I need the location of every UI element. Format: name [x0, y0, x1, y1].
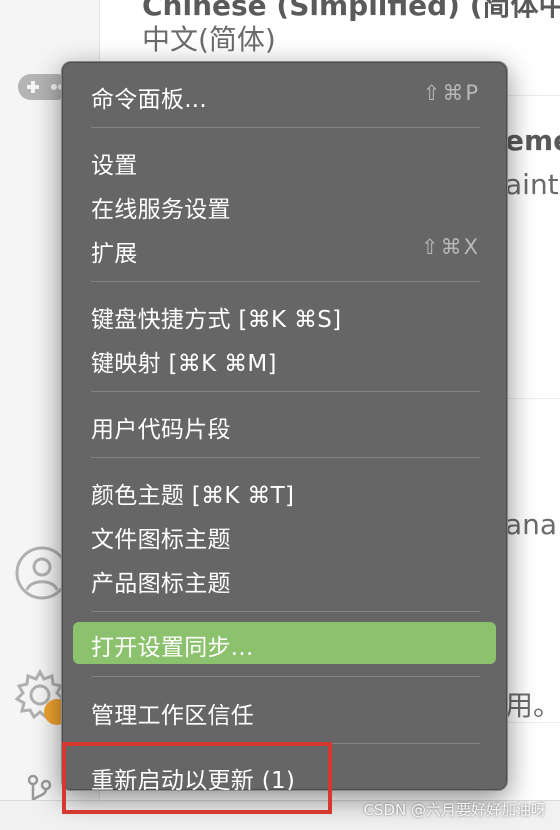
menu-item-label: 颜色主题 [⌘K ⌘T] [91, 483, 295, 509]
menu-item-product-icon-theme[interactable]: 产品图标主题 [73, 562, 496, 597]
menu-item-label: 产品图标主题 [91, 571, 231, 597]
menu-separator [91, 611, 480, 612]
menu-item-keyboard-shortcuts[interactable]: 键盘快捷方式 [⌘K ⌘S] [73, 298, 496, 333]
annotation-highlight-box [62, 742, 332, 814]
menu-item-label: 扩展 [91, 241, 138, 267]
menu-separator [91, 676, 480, 677]
watermark: CSDN @六月要好好加油呀 [363, 801, 546, 819]
manage-context-menu: 命令面板... ⇧⌘P 设置 在线服务设置 扩展 ⇧⌘X 键盘快捷方式 [⌘K … [61, 61, 508, 791]
menu-item-command-palette[interactable]: 命令面板... ⇧⌘P [73, 78, 496, 113]
menu-item-keymaps[interactable]: 键映射 [⌘K ⌘M] [73, 342, 496, 377]
menu-item-user-snippets[interactable]: 用户代码片段 [73, 408, 496, 443]
menu-item-label: 命令面板... [91, 87, 208, 113]
menu-item-online-services[interactable]: 在线服务设置 [73, 188, 496, 223]
menu-item-label: 用户代码片段 [91, 417, 231, 443]
menu-separator [91, 281, 480, 282]
menu-item-settings-sync[interactable]: 打开设置同步... [73, 622, 496, 664]
bg-fragment-mana: ana [505, 508, 558, 541]
menu-item-label: 文件图标主题 [91, 527, 231, 553]
menu-item-label: 键映射 [⌘K ⌘M] [91, 351, 277, 377]
menu-item-color-theme[interactable]: 颜色主题 [⌘K ⌘T] [73, 474, 496, 509]
menu-item-settings[interactable]: 设置 [73, 144, 496, 179]
menu-item-label: 键盘快捷方式 [⌘K ⌘S] [91, 307, 342, 333]
menu-item-file-icon-theme[interactable]: 文件图标主题 [73, 518, 496, 553]
menu-separator [91, 391, 480, 392]
menu-item-label: 设置 [91, 153, 138, 179]
menu-item-label: 打开设置同步... [91, 635, 254, 661]
extension-subtitle: 中文(简体) [142, 23, 276, 56]
menu-separator [91, 127, 480, 128]
bg-fragment-theme: eme [505, 124, 560, 157]
menu-item-workspace-trust[interactable]: 管理工作区信任 [73, 694, 496, 729]
menu-item-shortcut: ⇧⌘X [421, 235, 480, 259]
menu-item-extensions[interactable]: 扩展 ⇧⌘X [73, 232, 496, 267]
menu-item-label: 在线服务设置 [91, 197, 231, 223]
menu-item-shortcut: ⇧⌘P [422, 81, 480, 105]
bg-fragment-maint: ainta [505, 168, 560, 201]
bg-fragment-yong: 用。 [505, 689, 560, 722]
menu-item-label: 管理工作区信任 [91, 703, 255, 729]
menu-separator [91, 457, 480, 458]
